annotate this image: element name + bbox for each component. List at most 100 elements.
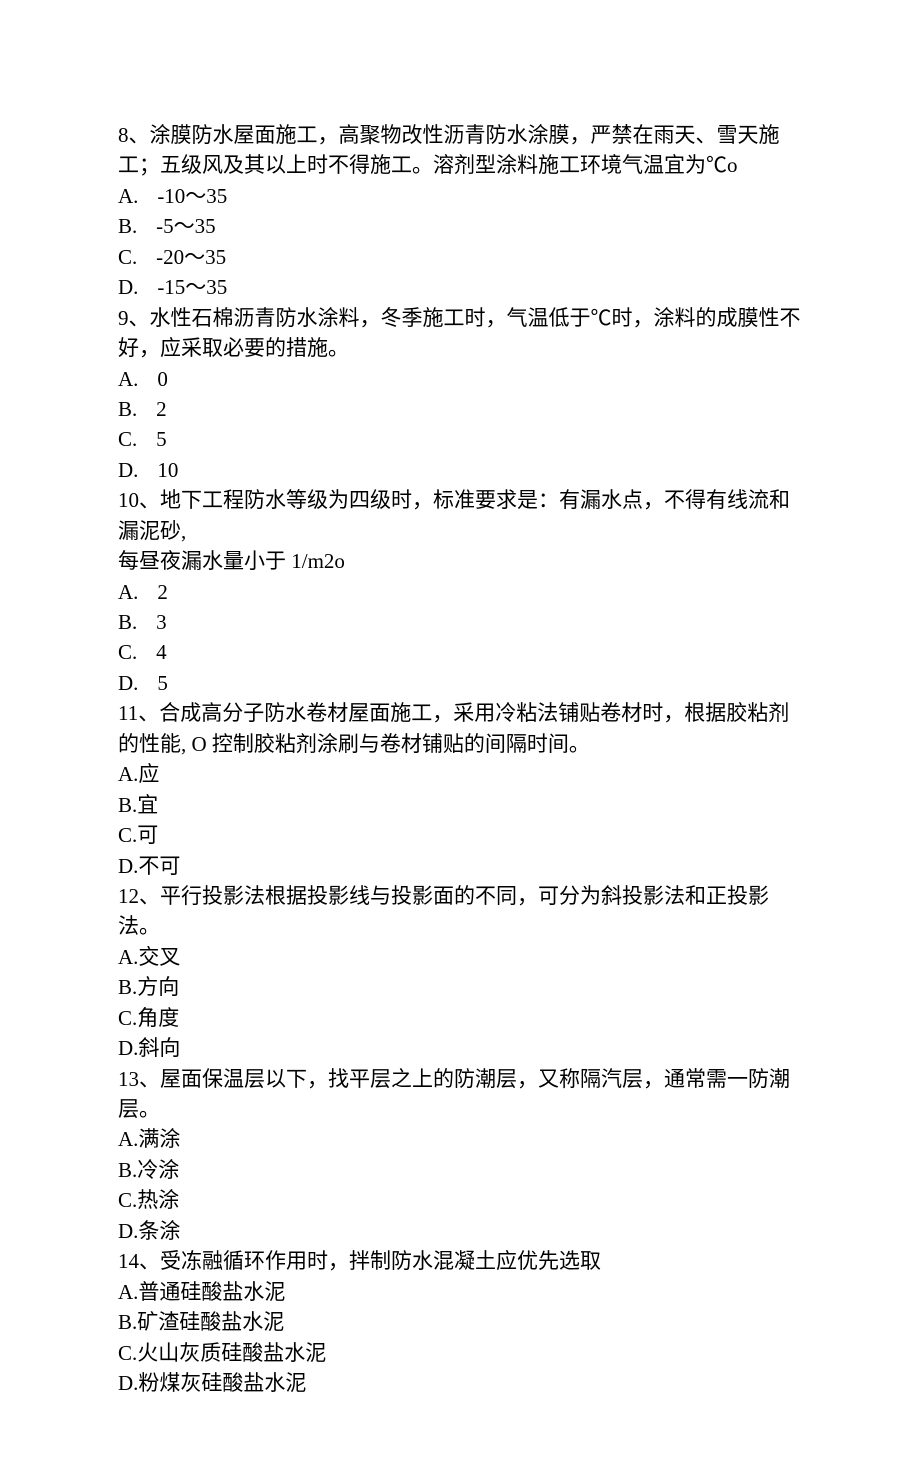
option-b: B.矿渣硅酸盐水泥 xyxy=(118,1307,802,1337)
option-text: 2 xyxy=(156,397,167,421)
option-text: 10 xyxy=(157,458,178,482)
option-label: B. xyxy=(118,972,137,1002)
option-a: A. 0 xyxy=(118,364,802,394)
question-stem: 13、屋面保温层以下，找平层之上的防潮层，又称隔汽层，通常需一防潮层。 xyxy=(118,1064,802,1125)
option-label: B. xyxy=(118,1307,137,1337)
option-b: B. -5～35 xyxy=(118,211,802,241)
option-text: 不可 xyxy=(138,854,180,878)
option-d: D.不可 xyxy=(118,851,802,881)
question-number: 13、 xyxy=(118,1067,160,1091)
option-label: A. xyxy=(118,364,138,394)
document-page: 8、涂膜防水屋面施工，高聚物改性沥青防水涂膜，严禁在雨天、雪天施工；五级风及其以… xyxy=(0,0,920,1458)
option-text: 应 xyxy=(138,762,159,786)
option-label: D. xyxy=(118,1033,138,1063)
option-label: B. xyxy=(118,394,137,424)
question-number: 12、 xyxy=(118,884,160,908)
option-text: -20～35 xyxy=(156,245,226,269)
question-number: 9、 xyxy=(118,306,150,330)
option-text: -5～35 xyxy=(156,214,216,238)
option-c: C.火山灰质硅酸盐水泥 xyxy=(118,1338,802,1368)
option-d: D.斜向 xyxy=(118,1033,802,1063)
option-text: 普通硅酸盐水泥 xyxy=(138,1280,285,1304)
option-c: C.角度 xyxy=(118,1003,802,1033)
option-label: A. xyxy=(118,942,138,972)
option-c: C.可 xyxy=(118,820,802,850)
option-text: 5 xyxy=(157,671,168,695)
question-text: 平行投影法根据投影线与投影面的不同，可分为斜投影法和正投影法。 xyxy=(118,884,769,938)
question-stem: 14、受冻融循环作用时，拌制防水混凝土应优先选取 xyxy=(118,1246,802,1276)
option-text: -10～35 xyxy=(157,184,227,208)
option-a: A.普通硅酸盐水泥 xyxy=(118,1277,802,1307)
option-c: C. -20～35 xyxy=(118,242,802,272)
option-a: A.满涂 xyxy=(118,1124,802,1154)
option-text: 宜 xyxy=(137,793,158,817)
option-label: C. xyxy=(118,1003,137,1033)
option-label: B. xyxy=(118,1155,137,1185)
question-text: 屋面保温层以下，找平层之上的防潮层，又称隔汽层，通常需一防潮层。 xyxy=(118,1067,790,1121)
option-label: A. xyxy=(118,1277,138,1307)
option-label: D. xyxy=(118,1216,138,1246)
option-label: C. xyxy=(118,242,137,272)
option-label: C. xyxy=(118,424,137,454)
option-label: C. xyxy=(118,1338,137,1368)
option-label: B. xyxy=(118,607,137,637)
option-text: 冷涂 xyxy=(137,1158,179,1182)
option-text: 角度 xyxy=(137,1006,179,1030)
option-text: 矿渣硅酸盐水泥 xyxy=(137,1310,284,1334)
option-b: B. 3 xyxy=(118,607,802,637)
option-text: 交叉 xyxy=(138,945,180,969)
option-label: A. xyxy=(118,759,138,789)
option-a: A. 2 xyxy=(118,577,802,607)
option-label: D. xyxy=(118,668,138,698)
option-text: 火山灰质硅酸盐水泥 xyxy=(137,1341,326,1365)
option-b: B.宜 xyxy=(118,790,802,820)
option-text: 2 xyxy=(157,580,168,604)
question-text: 水性石棉沥青防水涂料，冬季施工时，气温低于℃时，涂料的成膜性不好，应采取必要的措… xyxy=(118,306,801,360)
option-label: C. xyxy=(118,820,137,850)
question-number: 10、 xyxy=(118,488,160,512)
option-label: B. xyxy=(118,211,137,241)
question-stem: 12、平行投影法根据投影线与投影面的不同，可分为斜投影法和正投影法。 xyxy=(118,881,802,942)
option-b: B. 2 xyxy=(118,394,802,424)
option-label: D. xyxy=(118,272,138,302)
option-label: A. xyxy=(118,181,138,211)
option-d: D.粉煤灰硅酸盐水泥 xyxy=(118,1368,802,1398)
option-text: 4 xyxy=(156,640,167,664)
option-label: A. xyxy=(118,577,138,607)
option-label: D. xyxy=(118,1368,138,1398)
option-text: -15～35 xyxy=(157,275,227,299)
question-text: 地下工程防水等级为四级时，标准要求是：有漏水点，不得有线流和漏泥砂, xyxy=(118,488,790,542)
option-d: D. -15～35 xyxy=(118,272,802,302)
question-text: 涂膜防水屋面施工，高聚物改性沥青防水涂膜，严禁在雨天、雪天施工；五级风及其以上时… xyxy=(118,123,780,177)
option-label: C. xyxy=(118,1185,137,1215)
option-text: 条涂 xyxy=(138,1219,180,1243)
option-d: D. 5 xyxy=(118,668,802,698)
option-b: B.方向 xyxy=(118,972,802,1002)
option-label: D. xyxy=(118,851,138,881)
question-number: 14、 xyxy=(118,1249,160,1273)
option-c: C.热涂 xyxy=(118,1185,802,1215)
option-d: D.条涂 xyxy=(118,1216,802,1246)
question-stem: 11、合成高分子防水卷材屋面施工，采用冷粘法铺贴卷材时，根据胶粘剂的性能, O … xyxy=(118,698,802,759)
option-a: A.应 xyxy=(118,759,802,789)
option-label: C. xyxy=(118,637,137,667)
option-c: C. 5 xyxy=(118,424,802,454)
option-text: 0 xyxy=(157,367,168,391)
option-label: B. xyxy=(118,790,137,820)
option-a: A. -10～35 xyxy=(118,181,802,211)
option-label: D. xyxy=(118,455,138,485)
option-text: 5 xyxy=(156,427,167,451)
question-text: 合成高分子防水卷材屋面施工，采用冷粘法铺贴卷材时，根据胶粘剂的性能, O 控制胶… xyxy=(118,701,789,755)
option-text: 3 xyxy=(156,610,167,634)
question-number: 8、 xyxy=(118,123,150,147)
question-extra: 每昼夜漏水量小于 1/m2o xyxy=(118,546,802,576)
question-number: 11、 xyxy=(118,701,159,725)
option-text: 可 xyxy=(137,823,158,847)
option-a: A.交叉 xyxy=(118,942,802,972)
question-text: 受冻融循环作用时，拌制防水混凝土应优先选取 xyxy=(160,1249,601,1273)
option-text: 热涂 xyxy=(137,1188,179,1212)
question-stem: 10、地下工程防水等级为四级时，标准要求是：有漏水点，不得有线流和漏泥砂, xyxy=(118,485,802,546)
option-text: 斜向 xyxy=(138,1036,180,1060)
option-label: A. xyxy=(118,1124,138,1154)
option-c: C. 4 xyxy=(118,637,802,667)
